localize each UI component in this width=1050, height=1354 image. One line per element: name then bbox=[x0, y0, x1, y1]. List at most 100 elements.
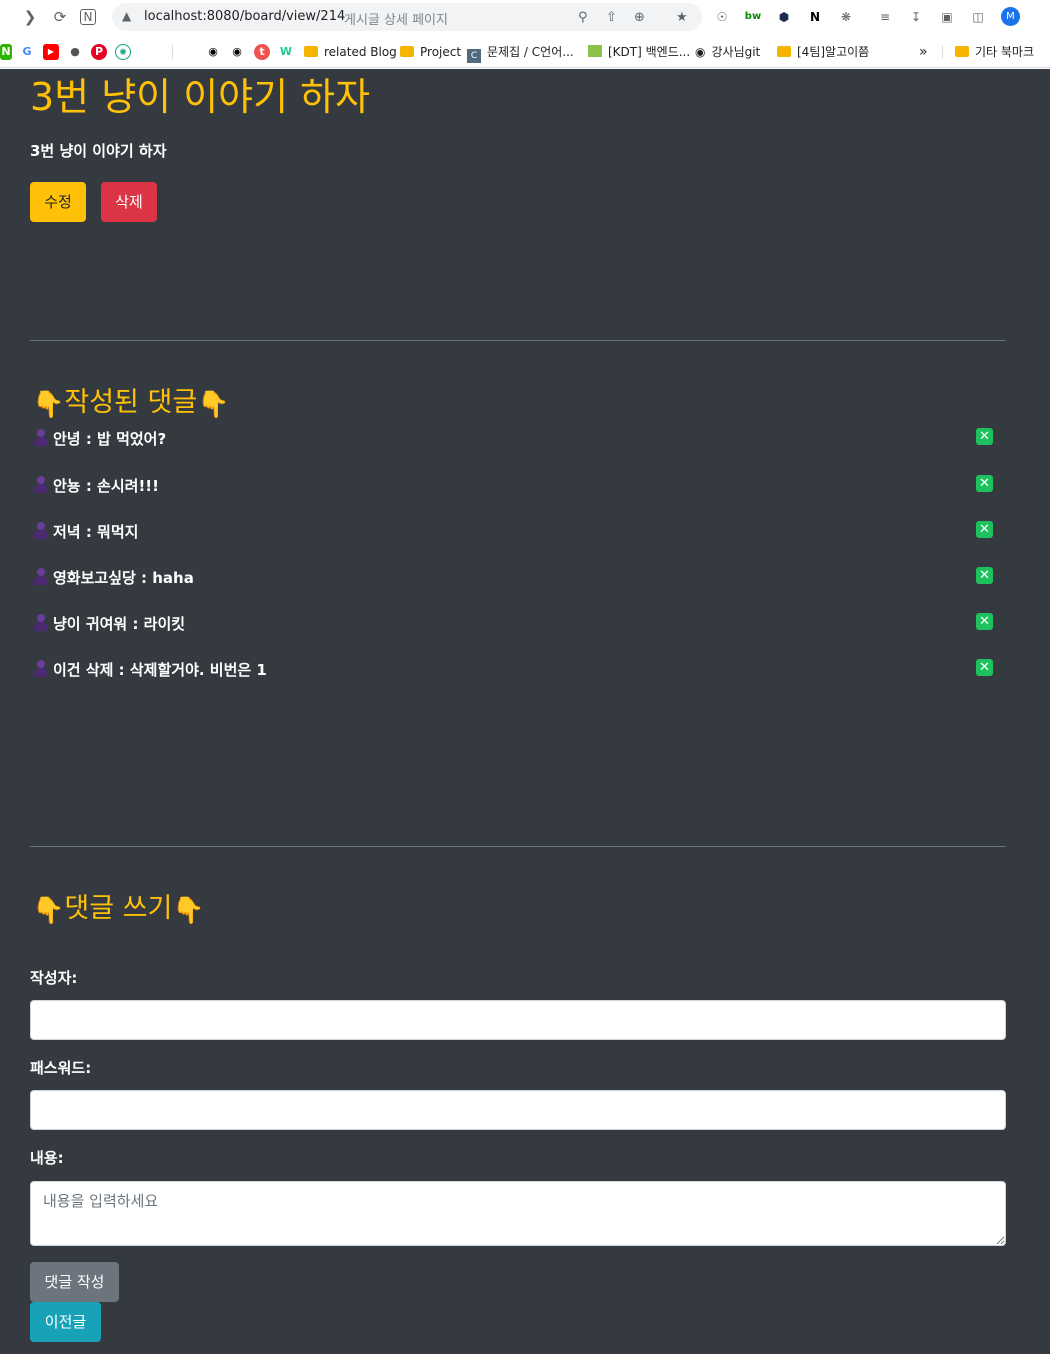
notion-extension-icon[interactable]: N bbox=[806, 8, 824, 26]
profile-avatar[interactable]: M bbox=[1001, 7, 1020, 26]
share-icon[interactable]: ⇧ bbox=[606, 10, 617, 25]
comment-form-heading: 👇댓글 쓰기👇 bbox=[32, 886, 205, 926]
github-icon[interactable]: ◉ bbox=[205, 44, 221, 60]
bookmark-label: 기타 북마크 bbox=[975, 45, 1035, 59]
zoom-icon[interactable]: ⊕ bbox=[634, 10, 645, 25]
content-textarea[interactable] bbox=[30, 1181, 1006, 1246]
comment-text: 냥이 귀여워 : 라이킷 bbox=[53, 615, 186, 633]
submit-comment-button[interactable]: 댓글 작성 bbox=[30, 1262, 119, 1302]
comment-item: 저녁 : 뭐먹지 ✕ bbox=[34, 519, 994, 543]
bookmark-other[interactable]: 기타 북마크 bbox=[955, 43, 1034, 61]
delete-comment-icon[interactable]: ✕ bbox=[976, 567, 993, 584]
hex-extension-icon[interactable]: ⬢ bbox=[775, 8, 793, 26]
download-icon[interactable]: ↧ bbox=[907, 8, 925, 26]
bookmark-team[interactable]: [4팀]알고이쯤 bbox=[777, 43, 869, 61]
page-title-hint: 게시글 상세 페이지 bbox=[344, 13, 448, 28]
comment-item: 영화보고싶당 : haha ✕ bbox=[34, 565, 994, 589]
toolbar: ❯ ⟳ N ▲ localhost:8080/board/view/214 게시… bbox=[0, 0, 1050, 34]
person-icon bbox=[34, 660, 48, 677]
pinterest-icon[interactable]: P bbox=[91, 44, 107, 60]
divider bbox=[30, 846, 1006, 847]
person-icon bbox=[34, 522, 48, 539]
kdt-icon bbox=[588, 45, 602, 57]
delete-comment-icon[interactable]: ✕ bbox=[976, 428, 993, 445]
writer-label: 작성자: bbox=[30, 969, 78, 987]
c-icon: C bbox=[467, 49, 481, 63]
pointing-down-icon: 👇 bbox=[32, 896, 65, 926]
compass-icon[interactable]: ☉ bbox=[713, 8, 731, 26]
edit-button[interactable]: 수정 bbox=[30, 182, 86, 222]
comment-text: 이건 삭제 : 삭제할거야. 비번은 1 bbox=[53, 661, 267, 679]
bookmark-label: related Blog bbox=[324, 45, 397, 59]
warning-icon: ▲ bbox=[122, 9, 132, 23]
post-content: 3번 냥이 이야기 하자 bbox=[30, 142, 167, 160]
content-label: 내용: bbox=[30, 1149, 64, 1167]
bookmark-instructor-git[interactable]: ◉ 강사님git bbox=[695, 43, 760, 61]
pointing-down-icon: 👇 bbox=[197, 390, 230, 420]
google-icon[interactable]: G bbox=[19, 44, 35, 60]
comment-item: 이건 삭제 : 삭제할거야. 비번은 1 ✕ bbox=[34, 657, 994, 681]
bookmarks-overflow[interactable]: » bbox=[919, 43, 928, 61]
divider bbox=[30, 340, 1006, 341]
bookmark-label: [4팀]알고이쯤 bbox=[797, 45, 870, 59]
bookmarks-bar: N G ▶ ● P ✺ ◉ ◉ t W related Blog Project… bbox=[0, 35, 1050, 68]
delete-comment-icon[interactable]: ✕ bbox=[976, 659, 993, 676]
delete-comment-icon[interactable]: ✕ bbox=[976, 521, 993, 538]
bookmark-separator bbox=[172, 45, 173, 59]
comment-text: 안뇽 : 손시려!!! bbox=[53, 477, 159, 495]
notion-icon[interactable]: N bbox=[80, 9, 96, 25]
person-icon bbox=[34, 568, 48, 585]
comment-form-heading-text: 댓글 쓰기 bbox=[64, 893, 173, 924]
comments-heading: 👇작성된 댓글👇 bbox=[32, 380, 230, 420]
password-input[interactable] bbox=[30, 1090, 1006, 1130]
bookmark-label: Project bbox=[420, 45, 462, 59]
post-title: 3번 냥이 이야기 하자 bbox=[30, 75, 371, 119]
comments-heading-text: 작성된 댓글 bbox=[64, 387, 198, 418]
folder-icon bbox=[955, 46, 969, 57]
bw-extension-icon[interactable]: bw bbox=[744, 8, 762, 26]
delete-comment-icon[interactable]: ✕ bbox=[976, 475, 993, 492]
folder-icon bbox=[777, 46, 791, 57]
wanted-icon[interactable]: W bbox=[278, 44, 294, 60]
apple-icon[interactable]: ● bbox=[67, 44, 83, 60]
person-icon bbox=[34, 476, 48, 493]
github-icon[interactable]: ◉ bbox=[229, 44, 245, 60]
bookmark-related-blog[interactable]: related Blog bbox=[304, 43, 397, 61]
forward-icon[interactable]: ❯ bbox=[20, 7, 40, 27]
person-icon bbox=[34, 429, 48, 446]
chatgpt-icon[interactable]: ✺ bbox=[115, 44, 131, 60]
bookmark-problems[interactable]: C 문제집 / C언어... bbox=[467, 43, 574, 63]
comment-item: 안뇽 : 손시려!!! ✕ bbox=[34, 473, 994, 497]
pointing-down-icon: 👇 bbox=[172, 896, 205, 926]
address-bar[interactable]: ▲ localhost:8080/board/view/214 게시글 상세 페… bbox=[112, 3, 702, 31]
naver-icon[interactable]: N bbox=[0, 44, 12, 60]
delete-comment-icon[interactable]: ✕ bbox=[976, 613, 993, 630]
folder-icon bbox=[304, 46, 318, 57]
comment-text: 영화보고싶당 : haha bbox=[53, 569, 194, 587]
bookmark-label: 문제집 / C언어... bbox=[487, 45, 574, 59]
bookmark-project[interactable]: Project bbox=[400, 43, 461, 61]
previous-post-button[interactable]: 이전글 bbox=[30, 1302, 101, 1342]
youtube-icon[interactable]: ▶ bbox=[43, 44, 59, 60]
bookmark-label: [KDT] 백엔드... bbox=[608, 45, 691, 59]
puzzle-icon[interactable]: ❋ bbox=[837, 8, 855, 26]
browser-chrome: ❯ ⟳ N ▲ localhost:8080/board/view/214 게시… bbox=[0, 0, 1050, 69]
comment-text: 안녕 : 밥 먹었어? bbox=[53, 430, 167, 448]
bookmark-label: 강사님git bbox=[711, 45, 761, 59]
github-icon: ◉ bbox=[695, 45, 706, 59]
sidebar-icon[interactable]: ◫ bbox=[969, 8, 987, 26]
pointing-down-icon: 👇 bbox=[32, 390, 65, 420]
tistory-icon[interactable]: t bbox=[254, 44, 270, 60]
screenshot-icon[interactable]: ▣ bbox=[938, 8, 956, 26]
writer-input[interactable] bbox=[30, 1000, 1006, 1040]
password-label: 패스워드: bbox=[30, 1059, 92, 1077]
bookmark-star-icon[interactable]: ★ bbox=[676, 10, 688, 25]
delete-button[interactable]: 삭제 bbox=[101, 182, 157, 222]
folder-icon bbox=[400, 46, 414, 57]
bookmark-separator bbox=[942, 45, 943, 59]
reading-list-icon[interactable]: ≡ bbox=[876, 8, 894, 26]
key-icon[interactable]: ⚲ bbox=[578, 10, 588, 25]
bookmark-kdt[interactable]: [KDT] 백엔드... bbox=[588, 43, 690, 61]
reload-icon[interactable]: ⟳ bbox=[50, 7, 70, 27]
comment-item: 안녕 : 밥 먹었어? ✕ bbox=[34, 426, 994, 450]
